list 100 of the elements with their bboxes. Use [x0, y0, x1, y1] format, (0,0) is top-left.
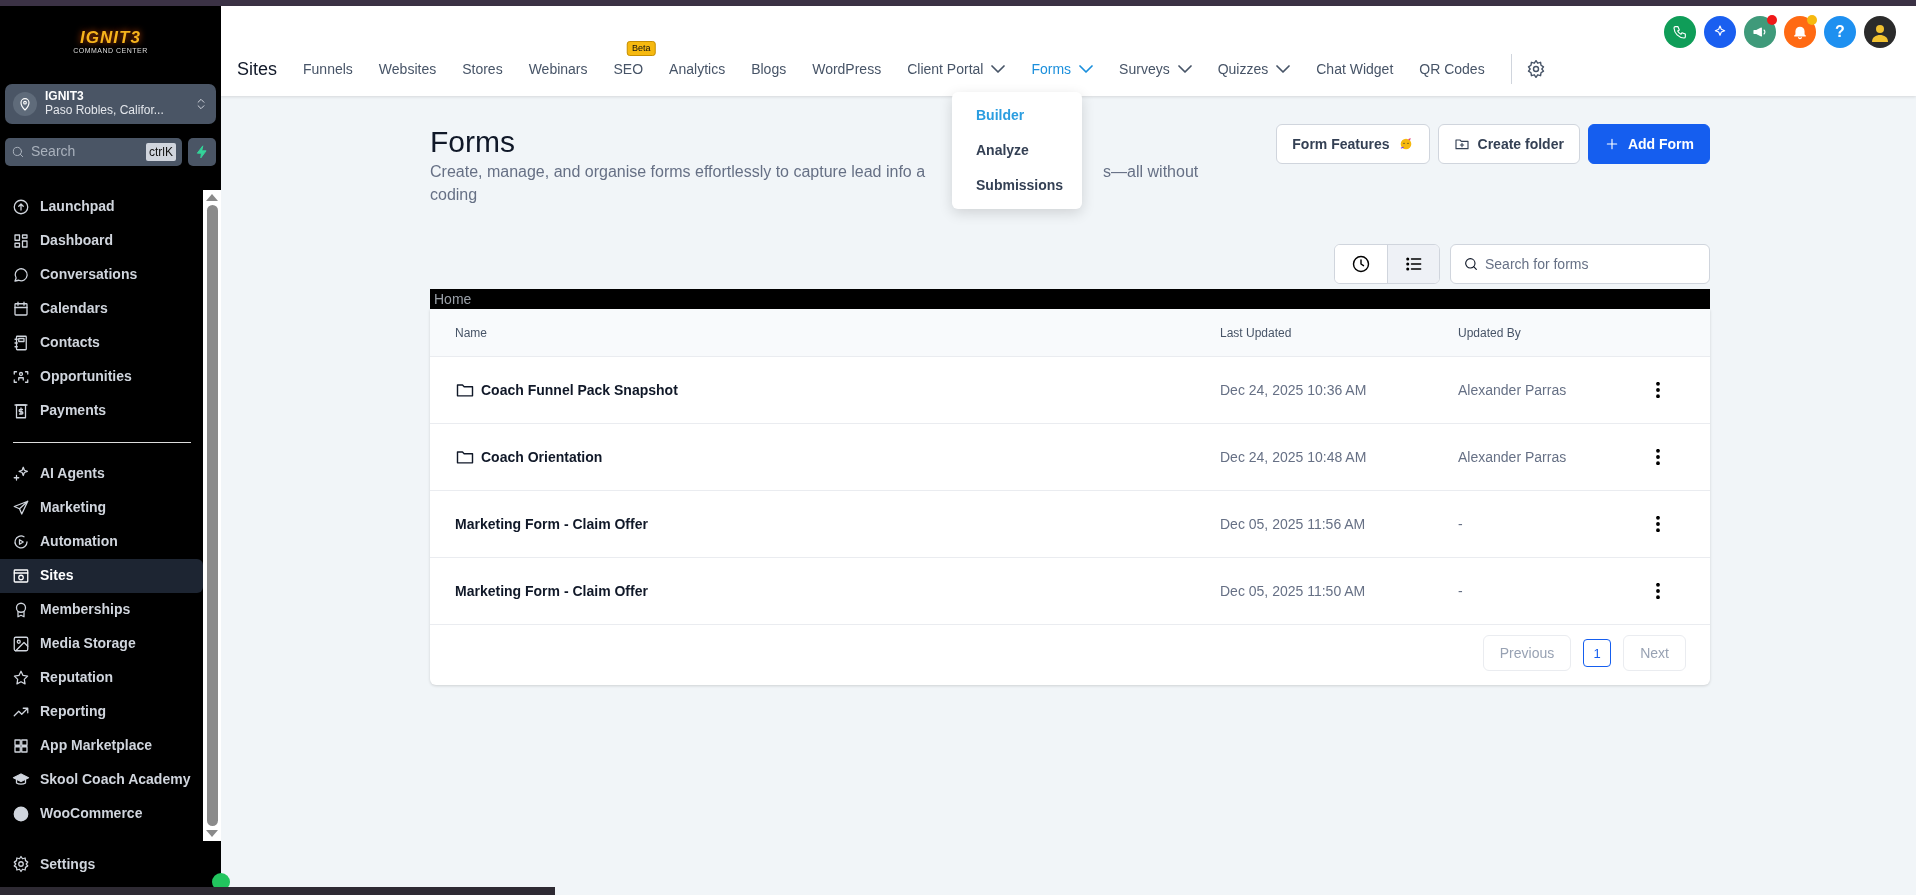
sidebar-item[interactable]: Dashboard [0, 223, 203, 258]
nav-tab[interactable]: Client Portal [907, 54, 1006, 84]
receipt-icon [12, 401, 30, 420]
location-pin-icon [17, 95, 33, 112]
breadcrumb[interactable]: Home [430, 289, 1710, 310]
user-avatar[interactable] [1864, 16, 1896, 48]
account-location: Paso Robles, Califor... [45, 103, 165, 118]
table-cell-text: Dec 05, 2025 11:56 AM [1220, 514, 1367, 534]
sidebar-item[interactable]: AI Agents [0, 456, 203, 491]
search-icon [11, 144, 25, 159]
image-icon [12, 634, 30, 653]
rocket-icon [12, 197, 30, 216]
form-name[interactable]: Marketing Form - Claim Offer [455, 513, 648, 535]
search-input[interactable]: Search [31, 141, 121, 163]
nav-tab[interactable]: Quizzes [1217, 54, 1291, 84]
sidebar-item[interactable]: WooCommerce [0, 796, 203, 831]
create-folder-button[interactable]: Create folder [1437, 124, 1580, 164]
globe-window-icon [12, 566, 30, 585]
table-cell-text: - [1458, 514, 1464, 534]
page-button[interactable]: 1 [1583, 639, 1612, 668]
nav-tab[interactable]: Surveys [1119, 54, 1192, 84]
play-circle-icon [12, 532, 30, 551]
section-title: Sites [237, 57, 278, 81]
bell-button[interactable] [1784, 16, 1816, 48]
clock-icon [1351, 254, 1371, 275]
sidebar-item[interactable]: App Marketplace [0, 728, 203, 763]
sidebar-item[interactable]: Memberships [0, 592, 203, 627]
sidebar-item[interactable]: Contacts [0, 325, 203, 360]
sidebar-item[interactable]: Marketing [0, 490, 203, 525]
megaphone-button[interactable] [1744, 16, 1776, 48]
account-name: IGNIT3 [45, 90, 85, 104]
phone-button[interactable] [1664, 16, 1696, 48]
page-description: coding [430, 185, 478, 206]
account-switcher[interactable]: IGNIT3 Paso Robles, Califor... [5, 84, 216, 124]
beta-badge: Beta [627, 40, 656, 56]
search-field[interactable]: Search for forms [1450, 244, 1710, 285]
list-view-button[interactable] [1387, 245, 1439, 284]
phone-icon [1672, 24, 1688, 40]
sidebar-item[interactable]: Automation [0, 524, 203, 559]
nav-tab[interactable]: Chat Widget [1316, 54, 1394, 84]
table-cell-text: Dec 24, 2025 10:36 AM [1220, 380, 1368, 400]
sidebar-item[interactable]: Reputation [0, 660, 203, 695]
gear-icon [1525, 59, 1546, 79]
folder-plus-icon [1453, 136, 1470, 152]
nav-tab[interactable]: Funnels [303, 54, 353, 84]
sidebar-item[interactable]: Launchpad [0, 189, 203, 224]
nav-tab[interactable]: Forms [1031, 54, 1094, 84]
star-icon [12, 668, 30, 687]
sidebar-item[interactable]: Conversations [0, 257, 203, 292]
nav-tab[interactable]: Stores [462, 54, 503, 84]
sidebar-item[interactable]: Skool Coach Academy [0, 762, 203, 797]
sparkle-icon [12, 464, 30, 483]
nav-tab[interactable]: QR Codes [1419, 54, 1485, 84]
nav-tab[interactable]: Analytics [669, 54, 726, 84]
chat-icon [12, 265, 30, 284]
page-title: Forms [430, 124, 515, 160]
menu-item[interactable]: Submissions [952, 168, 1082, 203]
nav-tab[interactable]: Websites [378, 54, 437, 84]
table-cell-text: Dec 05, 2025 11:50 AM [1220, 581, 1367, 601]
calendar-icon [12, 299, 30, 318]
sidebar-item[interactable]: Media Storage [0, 626, 203, 661]
megaphone-icon [1752, 24, 1768, 40]
contact-book-icon [12, 333, 30, 352]
nav-tab[interactable]: Blogs [751, 54, 787, 84]
quick-action-button[interactable] [188, 137, 216, 166]
table-cell-text: Dec 24, 2025 10:48 AM [1220, 447, 1368, 467]
sidebar-item[interactable]: Calendars [0, 291, 203, 326]
logo-title: IGNIT3 [80, 28, 141, 46]
form-name[interactable]: Coach Funnel Pack Snapshot [481, 379, 678, 401]
nav-tab[interactable]: Webinars [528, 54, 588, 84]
form-features-button[interactable]: Form Features [1276, 124, 1430, 164]
search-field[interactable]: Search ctrlK [5, 137, 182, 166]
sidebar-item[interactable]: Payments [0, 393, 203, 428]
form-name[interactable]: Marketing Form - Claim Offer [455, 580, 648, 602]
nav-tab[interactable]: SEO [613, 54, 644, 84]
send-icon [12, 498, 30, 517]
scrollbar[interactable] [203, 189, 221, 841]
nav-tab[interactable]: WordPress [812, 54, 882, 84]
kebab-icon [1656, 516, 1660, 533]
lightning-icon [195, 144, 209, 159]
column-header: Name [455, 324, 488, 342]
add-form-button[interactable]: Add Form [1587, 124, 1710, 164]
gear-icon [12, 855, 30, 873]
sidebar-item[interactable]: Settings [0, 847, 221, 881]
table-cell-text: - [1458, 581, 1464, 601]
menu-item[interactable]: Analyze [952, 133, 1082, 168]
table-cell-text: Alexander Parras [1458, 380, 1568, 400]
sidebar-item[interactable]: Sites [0, 558, 203, 593]
sidebar-item[interactable]: Reporting [0, 694, 203, 729]
sparkle-button[interactable] [1704, 16, 1736, 48]
apps-icon [12, 736, 30, 755]
kebab-icon [1656, 583, 1660, 600]
sidebar-item[interactable]: Opportunities [0, 359, 203, 394]
kebab-icon [1656, 449, 1660, 466]
kebab-icon [1656, 382, 1660, 399]
page-description: Create, manage, and organise forms effortlessly to capture lead info a [430, 162, 926, 182]
form-name[interactable]: Coach Orientation [481, 446, 603, 468]
dashboard-icon [12, 231, 30, 250]
table-cell-text: Alexander Parras [1458, 447, 1568, 467]
page-description: s—all without [1103, 162, 1199, 182]
